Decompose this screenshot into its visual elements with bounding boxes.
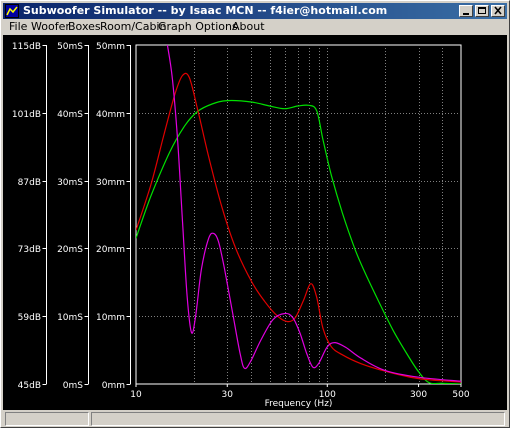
- y-tick-label-delay: 50mS: [57, 42, 83, 52]
- x-axis-label: Frequency (Hz): [265, 399, 333, 409]
- y-tick-label-excursion: 10mm: [96, 313, 125, 323]
- maximize-icon: [478, 7, 486, 14]
- x-tick-label: 300: [410, 390, 427, 400]
- minimize-icon: [463, 13, 469, 15]
- minimize-button[interactable]: [459, 5, 473, 17]
- graph-area: 115dB 101dB 87dB 73dB 59dB 45dB 50mS 40mS 30mS 20…: [3, 35, 507, 410]
- x-tick-label: 10: [130, 390, 142, 400]
- close-button[interactable]: [491, 5, 505, 17]
- menu-woofer[interactable]: Woofer: [31, 20, 70, 34]
- status-panel-1: [5, 412, 89, 426]
- series-line-excursion: [166, 45, 461, 382]
- y-tick-label-excursion: 50mm: [96, 42, 125, 52]
- x-tick-label: 30: [222, 390, 234, 400]
- y-tick-label-excursion: 0mm: [102, 381, 125, 391]
- window-title: Subwoofer Simulator -- by Isaac MCN -- f…: [23, 4, 388, 17]
- app-window: Subwoofer Simulator -- by Isaac MCN -- f…: [0, 0, 510, 428]
- y-tick-label-level: 73dB: [18, 245, 41, 255]
- title-bar[interactable]: Subwoofer Simulator -- by Isaac MCN -- f…: [3, 3, 507, 19]
- frequency-response-chart: 115dB 101dB 87dB 73dB 59dB 45dB 50mS 40mS 30mS 20…: [12, 42, 470, 409]
- series-line-delay: [136, 72, 461, 383]
- close-icon: [494, 6, 502, 15]
- y-tick-label-delay: 20mS: [57, 245, 83, 255]
- menu-graph-options[interactable]: Graph Options: [158, 20, 238, 34]
- y-tick-label-level: 59dB: [18, 313, 41, 323]
- series-line-level: [136, 99, 461, 384]
- y-tick-label-level: 87dB: [18, 178, 41, 188]
- y-tick-label-delay: 40mS: [57, 110, 83, 120]
- y-tick-label-delay: 0mS: [63, 381, 83, 391]
- y-tick-label-delay: 10mS: [57, 313, 83, 323]
- y-tick-label-level: 115dB: [12, 42, 41, 52]
- maximize-button[interactable]: [475, 5, 489, 17]
- app-icon: [5, 4, 19, 18]
- menu-bar: File Woofer Boxes Room/Cabin Graph Optio…: [3, 20, 507, 34]
- y-tick-label-delay: 30mS: [57, 178, 83, 188]
- menu-about[interactable]: About: [232, 20, 265, 34]
- y-tick-label-level: 101dB: [12, 110, 41, 120]
- menu-boxes[interactable]: Boxes: [68, 20, 101, 34]
- x-tick-label: 500: [452, 390, 469, 400]
- status-bar: [3, 411, 507, 427]
- y-tick-label-excursion: 20mm: [96, 245, 125, 255]
- menu-room-cabin[interactable]: Room/Cabin: [100, 20, 166, 34]
- y-tick-label-excursion: 40mm: [96, 110, 125, 120]
- status-panel-2: [91, 412, 505, 426]
- menu-file[interactable]: File: [9, 20, 27, 34]
- y-tick-label-level: 45dB: [18, 381, 41, 391]
- y-tick-label-excursion: 30mm: [96, 178, 125, 188]
